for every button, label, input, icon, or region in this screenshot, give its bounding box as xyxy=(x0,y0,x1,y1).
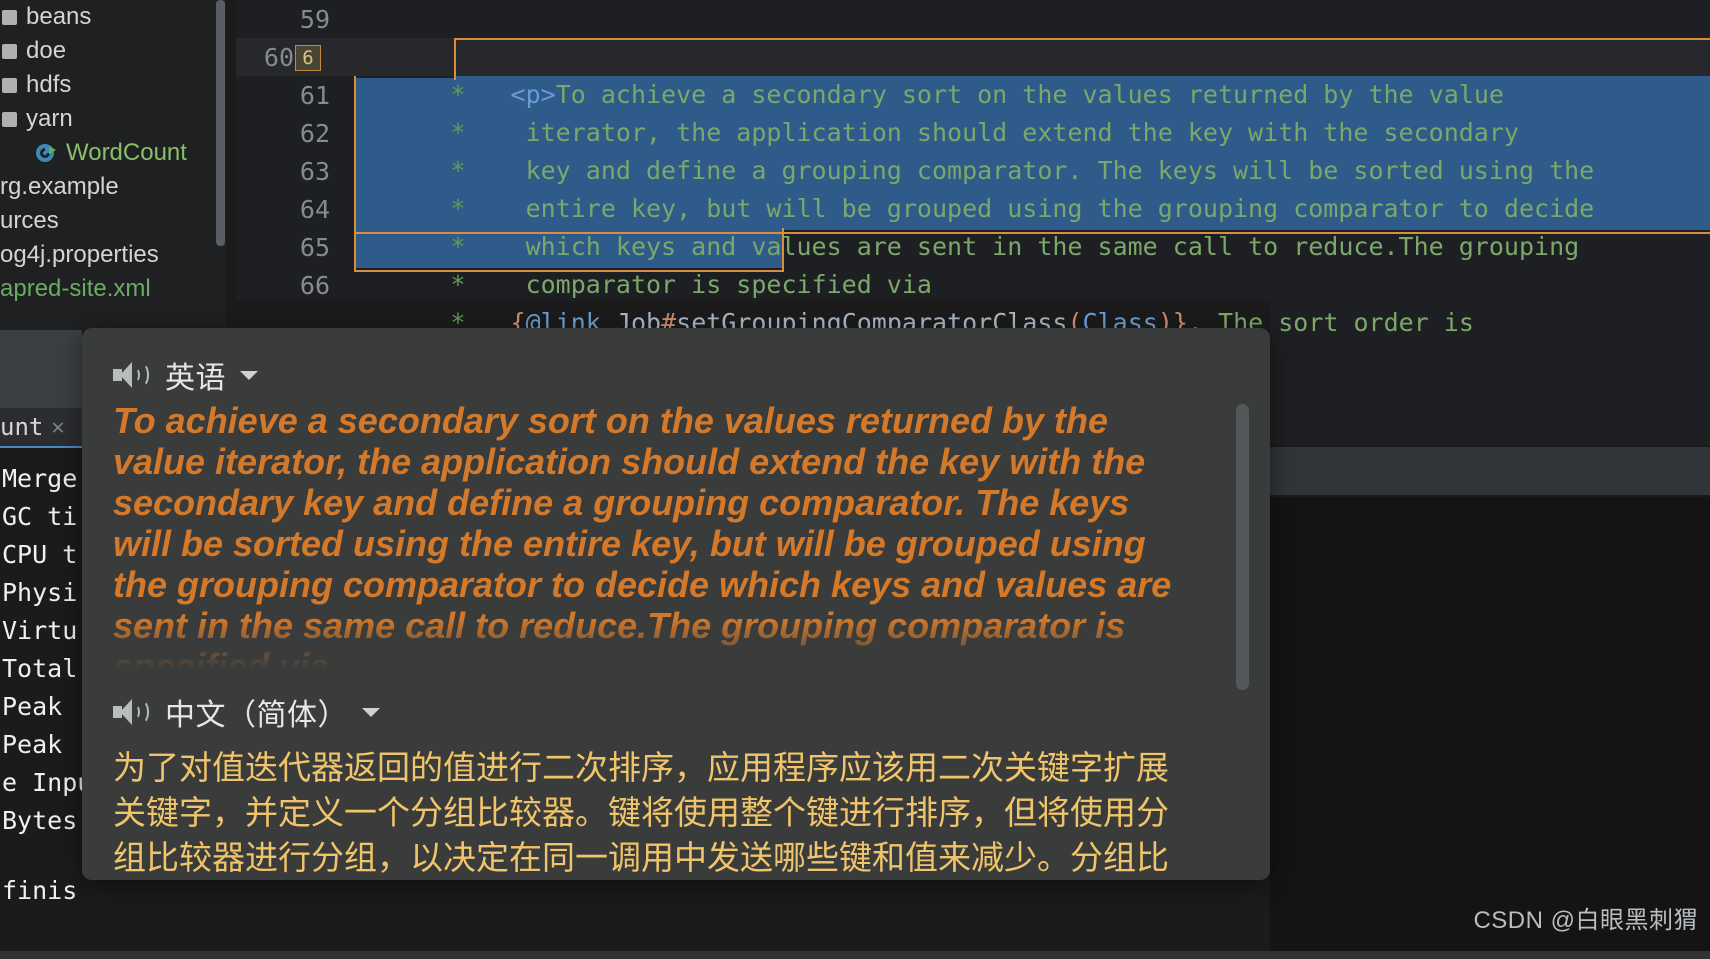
tree-item-log4j-properties[interactable]: og4j.properties xyxy=(0,238,226,272)
console-right-panel-body xyxy=(1270,497,1710,959)
console-line: e Inpu xyxy=(2,768,82,797)
chevron-down-icon[interactable] xyxy=(362,707,380,717)
tree-item-org-example[interactable]: rg.example xyxy=(0,170,226,204)
console-line: Virtu xyxy=(2,616,78,645)
folder-icon xyxy=(2,77,17,93)
console-toolbar xyxy=(0,330,82,408)
gutter-line-62[interactable]: 62 xyxy=(236,114,338,152)
console-run-tab[interactable]: unt ✕ xyxy=(0,408,82,448)
source-text-fade xyxy=(82,618,1270,678)
console-output: Merge GC ti CPU t Physi Virtu Total Peak… xyxy=(0,452,82,959)
console-right-panel-top xyxy=(1270,380,1710,445)
source-language-row[interactable]: 英语 xyxy=(82,328,1270,395)
tree-item-beans[interactable]: beans xyxy=(0,0,226,34)
gutter-line-65[interactable]: 65 xyxy=(236,228,338,266)
console-right-panel-divider xyxy=(1270,447,1710,495)
code-editor[interactable]: * * <p>To achieve a secondary sort on th… xyxy=(338,0,1710,337)
console-left-strip: unt ✕ Merge GC ti CPU t Physi Virtu Tota… xyxy=(0,330,82,959)
code-line-63[interactable]: * entire key, but will be grouped using … xyxy=(338,152,1710,223)
chevron-down-icon[interactable] xyxy=(240,370,258,380)
tree-item-label: beans xyxy=(26,3,92,30)
console-line: Bytes xyxy=(2,806,78,835)
speaker-icon[interactable] xyxy=(113,360,149,390)
editor-gutter[interactable]: 59 60 6 61 62 63 64 65 66 xyxy=(236,0,338,300)
console-line: Peak xyxy=(2,730,63,759)
line-number: 61 xyxy=(299,80,330,110)
project-tree-scrollbar[interactable] xyxy=(216,0,225,246)
folder-icon xyxy=(2,9,17,25)
folder-icon xyxy=(2,43,17,59)
bottom-status-bar xyxy=(0,951,1710,959)
tree-item-label: WordCount xyxy=(66,139,187,166)
console-line: Physi xyxy=(2,578,78,607)
code-line-60[interactable]: * <p>To achieve a secondary sort on the … xyxy=(338,38,1710,109)
code-line-64[interactable]: * which keys and values are sent in the … xyxy=(338,190,1710,261)
tree-item-label: doe xyxy=(26,37,67,64)
line-number: 65 xyxy=(299,232,330,262)
line-number: 63 xyxy=(299,156,330,186)
target-text: 为了对值迭代器返回的值进行二次排序，应用程序应该用二次关键字扩展关键字，并定义一… xyxy=(113,748,1169,877)
line-number: 64 xyxy=(299,194,330,224)
tree-item-resources[interactable]: urces xyxy=(0,204,226,238)
console-run-tab-label: unt xyxy=(0,413,44,441)
gutter-line-60[interactable]: 60 6 xyxy=(236,38,338,76)
console-line: Peak xyxy=(2,692,63,721)
tree-item-doe[interactable]: doe xyxy=(0,34,226,68)
code-line-62[interactable]: * key and define a grouping comparator. … xyxy=(338,114,1710,185)
line-number: 66 xyxy=(299,270,330,300)
tree-item-label: rg.example xyxy=(0,173,119,200)
line-number: 59 xyxy=(299,4,330,34)
line-number: 60 xyxy=(263,42,294,72)
target-language-label: 中文（简体） xyxy=(165,699,348,732)
console-line: Total xyxy=(2,654,78,683)
tree-item-label: apred-site.xml xyxy=(0,275,151,302)
speaker-icon[interactable] xyxy=(113,697,149,727)
gutter-hint-badge[interactable]: 6 xyxy=(295,45,321,71)
console-line: Merge xyxy=(2,464,78,493)
console-line: CPU t xyxy=(2,540,78,569)
code-line-61[interactable]: * iterator, the application should exten… xyxy=(338,76,1710,147)
gutter-line-59[interactable]: 59 xyxy=(236,0,338,38)
line-number: 62 xyxy=(299,118,330,148)
java-class-run-icon xyxy=(34,141,58,165)
code-line-66[interactable]: * {@link Job#setGroupingComparatorClass(… xyxy=(338,266,1710,337)
translation-popup[interactable]: 英语 To achieve a secondary sort on the va… xyxy=(82,328,1270,880)
screen-root: beans doe hdfs yarn WordCount rg.example… xyxy=(0,0,1710,959)
source-language-label: 英语 xyxy=(165,362,226,395)
close-icon[interactable]: ✕ xyxy=(51,415,64,440)
code-line-59[interactable]: * xyxy=(338,0,1710,71)
tree-item-label: urces xyxy=(0,207,59,234)
code-line-65[interactable]: * comparator is specified via xyxy=(338,228,1710,299)
tree-item-label: yarn xyxy=(26,105,73,132)
console-line: GC ti xyxy=(2,502,78,531)
tree-item-hdfs[interactable]: hdfs xyxy=(0,68,226,102)
watermark: CSDN @白眼黑刺猬 xyxy=(1473,907,1698,934)
gutter-line-61[interactable]: 61 xyxy=(236,76,338,114)
source-text-scrollbar[interactable] xyxy=(1236,404,1249,690)
tree-item-mapred-site-xml[interactable]: apred-site.xml xyxy=(0,272,226,306)
gutter-line-64[interactable]: 64 xyxy=(236,190,338,228)
source-text-area[interactable]: To achieve a secondary sort on the value… xyxy=(82,400,1270,678)
tree-item-label: hdfs xyxy=(26,71,72,98)
gutter-line-66[interactable]: 66 xyxy=(236,266,338,304)
console-line: finis xyxy=(2,876,78,905)
target-language-row[interactable]: 中文（简体） xyxy=(82,678,1270,742)
gutter-line-63[interactable]: 63 xyxy=(236,152,338,190)
tree-item-wordcount[interactable]: WordCount xyxy=(0,136,226,170)
project-tree[interactable]: beans doe hdfs yarn WordCount rg.example… xyxy=(0,0,226,330)
tree-item-label: og4j.properties xyxy=(0,241,159,268)
folder-icon xyxy=(2,111,17,127)
tree-item-yarn[interactable]: yarn xyxy=(0,102,226,136)
